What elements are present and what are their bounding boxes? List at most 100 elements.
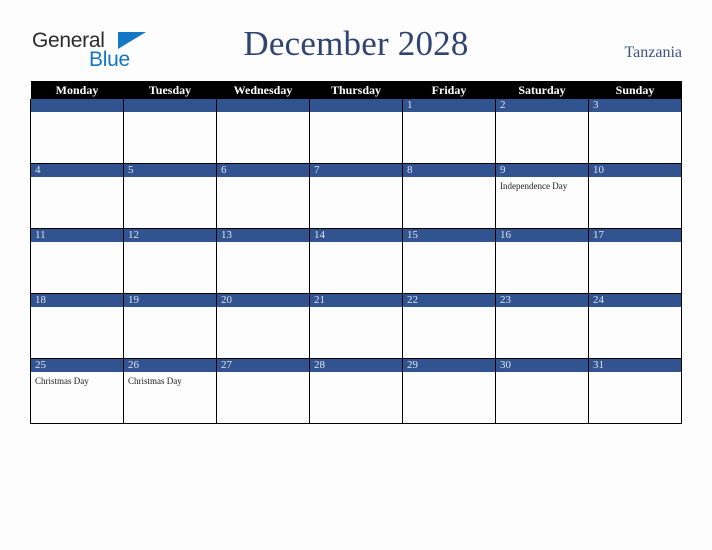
calendar-day-cell[interactable]: 19 bbox=[123, 293, 217, 359]
calendar-day-cell[interactable]: 27 bbox=[216, 358, 310, 424]
day-number: 16 bbox=[496, 229, 588, 242]
day-events bbox=[124, 242, 216, 245]
calendar-day-cell[interactable]: 18 bbox=[30, 293, 124, 359]
day-events bbox=[589, 372, 681, 375]
day-number: 26 bbox=[124, 359, 216, 372]
calendar-day-cell[interactable]: 1 bbox=[402, 99, 496, 164]
calendar-day-cell[interactable]: 28 bbox=[309, 358, 403, 424]
calendar-day-cell[interactable]: 7 bbox=[309, 163, 403, 229]
day-number: 5 bbox=[124, 164, 216, 177]
day-number: 10 bbox=[589, 164, 681, 177]
calendar-week-row: 25 Christmas Day 26 Christmas Day 27 28 29 30 31 bbox=[30, 358, 682, 424]
day-number: 14 bbox=[310, 229, 402, 242]
calendar-week-row: 123 bbox=[30, 99, 682, 164]
calendar-empty-cell bbox=[123, 99, 217, 164]
holiday-label: Independence Day bbox=[500, 181, 568, 191]
day-events: Christmas Day bbox=[124, 372, 216, 387]
day-events bbox=[403, 307, 495, 310]
calendar-week-row: 11 12 13 14 15 16 17 bbox=[30, 228, 682, 294]
day-events bbox=[310, 112, 402, 115]
day-number: 18 bbox=[31, 294, 123, 307]
weekday-header-thursday: Thursday bbox=[309, 81, 403, 99]
day-number: 12 bbox=[124, 229, 216, 242]
country-label: Tanzania bbox=[624, 44, 682, 61]
calendar-grid: Monday Tuesday Wednesday Thursday Friday… bbox=[30, 81, 682, 424]
weekday-header-tuesday: Tuesday bbox=[123, 81, 217, 99]
calendar-day-cell[interactable]: 24 bbox=[588, 293, 682, 359]
calendar-day-cell[interactable]: 16 bbox=[495, 228, 589, 294]
calendar-weekday-header: Monday Tuesday Wednesday Thursday Friday… bbox=[30, 81, 682, 99]
day-events bbox=[589, 307, 681, 310]
day-number: 30 bbox=[496, 359, 588, 372]
day-number: 24 bbox=[589, 294, 681, 307]
calendar-day-cell[interactable]: 14 bbox=[309, 228, 403, 294]
calendar-empty-cell bbox=[309, 99, 403, 164]
day-events bbox=[403, 242, 495, 245]
day-number: 11 bbox=[31, 229, 123, 242]
day-events bbox=[496, 242, 588, 245]
day-events bbox=[310, 242, 402, 245]
calendar-empty-cell bbox=[216, 99, 310, 164]
day-number: 15 bbox=[403, 229, 495, 242]
calendar-day-cell[interactable]: 23 bbox=[495, 293, 589, 359]
calendar-day-cell[interactable]: 6 bbox=[216, 163, 310, 229]
calendar-day-cell[interactable]: 21 bbox=[309, 293, 403, 359]
day-events bbox=[124, 307, 216, 310]
day-number: 22 bbox=[403, 294, 495, 307]
calendar-day-cell[interactable]: 10 bbox=[588, 163, 682, 229]
day-events: Independence Day bbox=[496, 177, 588, 192]
day-number bbox=[124, 99, 216, 112]
day-number bbox=[310, 99, 402, 112]
calendar-day-cell[interactable]: 9 Independence Day bbox=[495, 163, 589, 229]
calendar-day-cell[interactable]: 13 bbox=[216, 228, 310, 294]
day-number: 31 bbox=[589, 359, 681, 372]
calendar-day-cell[interactable]: 30 bbox=[495, 358, 589, 424]
day-events: Christmas Day bbox=[31, 372, 123, 387]
day-events bbox=[31, 112, 123, 115]
calendar-day-cell[interactable]: 4 bbox=[30, 163, 124, 229]
day-number: 1 bbox=[403, 99, 495, 112]
day-number: 25 bbox=[31, 359, 123, 372]
day-events bbox=[589, 177, 681, 180]
calendar-week-row: 18 19 20 21 22 23 24 bbox=[30, 293, 682, 359]
day-number: 13 bbox=[217, 229, 309, 242]
weekday-header-sunday: Sunday bbox=[588, 81, 682, 99]
calendar-day-cell[interactable]: 25 Christmas Day bbox=[30, 358, 124, 424]
day-number: 21 bbox=[310, 294, 402, 307]
day-number: 17 bbox=[589, 229, 681, 242]
day-events bbox=[217, 177, 309, 180]
calendar-day-cell[interactable]: 15 bbox=[402, 228, 496, 294]
day-number: 2 bbox=[496, 99, 588, 112]
calendar-day-cell[interactable]: 11 bbox=[30, 228, 124, 294]
weekday-header-wednesday: Wednesday bbox=[216, 81, 310, 99]
calendar-day-cell[interactable]: 5 bbox=[123, 163, 217, 229]
calendar-day-cell[interactable]: 31 bbox=[588, 358, 682, 424]
calendar-day-cell[interactable]: 22 bbox=[402, 293, 496, 359]
calendar-day-cell[interactable]: 3 bbox=[588, 99, 682, 164]
weekday-header-row: Monday Tuesday Wednesday Thursday Friday… bbox=[30, 81, 682, 99]
calendar-day-cell[interactable]: 2 bbox=[495, 99, 589, 164]
day-events bbox=[589, 112, 681, 115]
day-number: 27 bbox=[217, 359, 309, 372]
page-header: General Blue December 2028 Tanzania bbox=[0, 0, 712, 81]
day-events bbox=[589, 242, 681, 245]
page-title: December 2028 bbox=[243, 24, 469, 63]
calendar-day-cell[interactable]: 26 Christmas Day bbox=[123, 358, 217, 424]
day-events bbox=[310, 372, 402, 375]
calendar-day-cell[interactable]: 17 bbox=[588, 228, 682, 294]
day-events bbox=[217, 307, 309, 310]
day-number: 19 bbox=[124, 294, 216, 307]
weekday-header-friday: Friday bbox=[402, 81, 496, 99]
calendar-day-cell[interactable]: 8 bbox=[402, 163, 496, 229]
day-number: 6 bbox=[217, 164, 309, 177]
day-events bbox=[31, 307, 123, 310]
calendar-day-cell[interactable]: 29 bbox=[402, 358, 496, 424]
day-events bbox=[496, 372, 588, 375]
calendar-day-cell[interactable]: 12 bbox=[123, 228, 217, 294]
holiday-label: Christmas Day bbox=[128, 376, 182, 386]
calendar-day-cell[interactable]: 20 bbox=[216, 293, 310, 359]
day-number: 8 bbox=[403, 164, 495, 177]
calendar-body: 1 2 3 4 5 6 7 8 9 Independence Day 10 11 12 13 14 15 16 1… bbox=[30, 99, 682, 424]
day-number: 7 bbox=[310, 164, 402, 177]
day-number bbox=[217, 99, 309, 112]
